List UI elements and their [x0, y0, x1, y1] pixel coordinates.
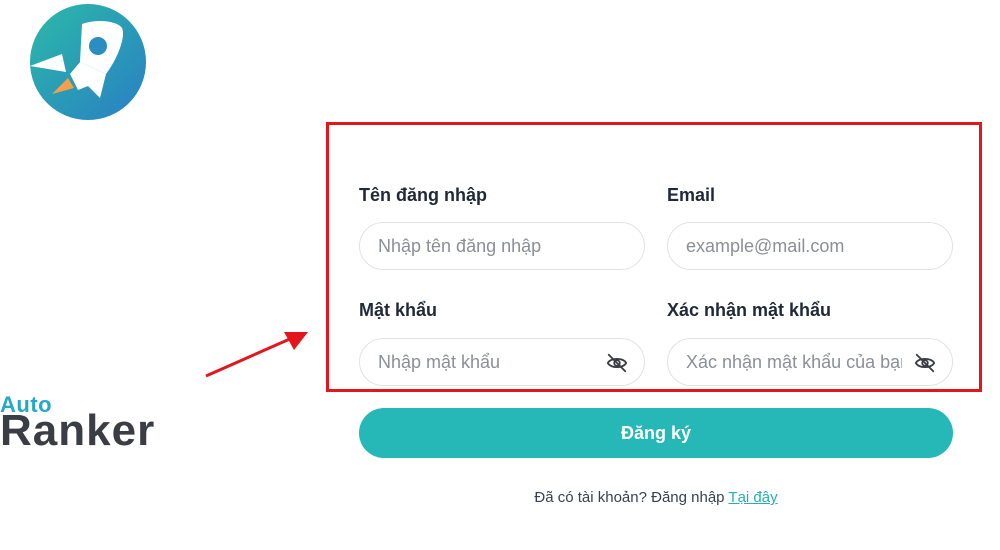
register-button[interactable]: Đăng ký	[359, 408, 953, 458]
username-input[interactable]	[378, 223, 628, 269]
login-prompt: Đã có tài khoản? Đăng nhập Tại đây	[359, 489, 953, 506]
confirm-password-label: Xác nhận mật khẩu	[667, 300, 832, 320]
email-label: Email	[667, 185, 716, 205]
username-field-wrapper	[359, 222, 645, 270]
email-field-wrapper	[667, 222, 953, 270]
password-label: Mật khẩu	[359, 300, 438, 320]
username-label: Tên đăng nhập	[359, 185, 487, 205]
login-prompt-text: Đã có tài khoản? Đăng nhập	[534, 489, 729, 506]
eye-off-icon[interactable]	[914, 352, 936, 374]
confirm-password-input[interactable]	[686, 339, 902, 385]
login-link[interactable]: Tại đây	[728, 489, 777, 506]
rocket-logo-icon	[30, 4, 146, 120]
password-field-wrapper	[359, 338, 645, 386]
logo-text-ranker: Ranker	[0, 406, 156, 455]
confirm-password-field-wrapper	[667, 338, 953, 386]
eye-off-icon[interactable]	[606, 352, 628, 374]
email-input[interactable]	[686, 223, 936, 269]
annotation-arrow-icon	[205, 332, 308, 378]
password-input[interactable]	[378, 339, 588, 385]
